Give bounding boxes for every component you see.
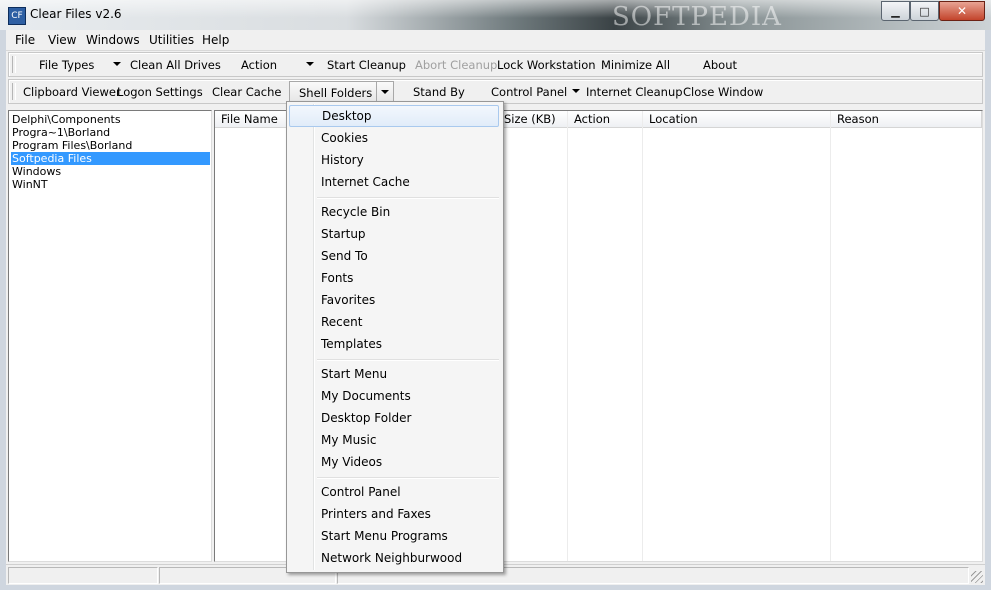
grid-column [568,111,643,561]
menu-item-desktop[interactable]: Desktop [289,105,499,127]
menu-item-favorites[interactable]: Favorites [289,289,499,311]
grid-column [643,111,831,561]
file-types-dropdown-icon[interactable] [113,62,121,66]
lock-workstation-button[interactable]: Lock Workstation [497,58,596,72]
toolbar-grip[interactable] [12,56,16,73]
folder-list[interactable]: Delphi\Components Progra~1\Borland Progr… [8,110,212,562]
menu-item-history[interactable]: History [289,149,499,171]
menu-item-my-videos[interactable]: My Videos [289,451,499,473]
close-button[interactable]: ✕ [939,1,985,21]
maximize-button[interactable]: □ [910,1,939,21]
abort-cleanup-button[interactable]: Abort Cleanup [415,58,497,72]
control-panel-button[interactable]: Control Panel [491,85,567,99]
window-controls: ▁ □ ✕ [881,1,985,21]
start-cleanup-button[interactable]: Start Cleanup [327,58,406,72]
menu-item-recycle-bin[interactable]: Recycle Bin [289,201,499,223]
list-item[interactable]: Delphi\Components [11,113,210,126]
clear-cache-button[interactable]: Clear Cache [212,85,282,99]
shell-folders-menu: Desktop Cookies History Internet Cache R… [286,101,504,573]
toolbar-grip[interactable] [12,83,16,100]
menu-separator [317,197,499,199]
menu-item-control-panel[interactable]: Control Panel [289,481,499,503]
window-title: Clear Files v2.6 [30,7,122,21]
maximize-icon: □ [919,4,930,18]
clipboard-viewer-button[interactable]: Clipboard Viewer [23,85,121,99]
title-bar-gloss [0,0,991,30]
menu-item-recent[interactable]: Recent [289,311,499,333]
control-panel-dropdown-icon[interactable] [572,89,580,93]
menu-item-fonts[interactable]: Fonts [289,267,499,289]
title-bar[interactable]: CF Clear Files v2.6 SOFTPEDIA ▁ □ ✕ [0,0,991,32]
close-window-button[interactable]: Close Window [683,85,763,99]
menu-bar: File View Windows Utilities Help [6,30,985,51]
minimize-icon: ▁ [891,4,900,18]
logon-settings-button[interactable]: Logon Settings [117,85,203,99]
resize-grip[interactable] [971,571,983,583]
menu-file[interactable]: File [15,33,35,47]
shell-folders-label[interactable]: Shell Folders [299,86,372,100]
stand-by-button[interactable]: Stand By [413,85,465,99]
watermark-logo: SOFTPEDIA [612,2,782,32]
clean-all-drives-button[interactable]: Clean All Drives [130,58,221,72]
file-types-button[interactable]: File Types [39,58,94,72]
menu-item-startup[interactable]: Startup [289,223,499,245]
menu-item-my-music[interactable]: My Music [289,429,499,451]
menu-separator [317,477,499,479]
list-item[interactable]: Program Files\Borland [11,139,210,152]
menu-item-network-neighbourhood[interactable]: Network Neighburwood [289,547,499,569]
menu-view[interactable]: View [48,33,76,47]
menu-item-cookies[interactable]: Cookies [289,127,499,149]
status-panel [8,567,158,584]
minimize-button[interactable]: ▁ [881,1,910,21]
list-item[interactable]: Windows [11,165,210,178]
shell-folders-split-button[interactable]: Shell Folders [289,81,394,103]
action-button[interactable]: Action [241,58,277,72]
menu-item-start-menu[interactable]: Start Menu [289,363,499,385]
minimize-all-button[interactable]: Minimize All [601,58,670,72]
about-button[interactable]: About [703,58,737,72]
menu-utilities[interactable]: Utilities [149,33,194,47]
column-header-reason[interactable]: Reason [831,111,982,128]
toolbar-top: File Types Clean All Drives Action Start… [8,52,983,77]
internet-cleanup-button[interactable]: Internet Cleanup [586,85,683,99]
app-icon[interactable]: CF [8,7,26,25]
menu-help[interactable]: Help [202,33,229,47]
menu-item-printers-and-faxes[interactable]: Printers and Faxes [289,503,499,525]
menu-item-templates[interactable]: Templates [289,333,499,355]
menu-item-start-menu-programs[interactable]: Start Menu Programs [289,525,499,547]
menu-item-my-documents[interactable]: My Documents [289,385,499,407]
menu-windows[interactable]: Windows [86,33,140,47]
list-item[interactable]: Progra~1\Borland [11,126,210,139]
menu-item-internet-cache[interactable]: Internet Cache [289,171,499,193]
chevron-down-icon[interactable] [381,90,389,94]
close-icon: ✕ [956,4,968,18]
menu-separator [317,359,499,361]
list-item-selected[interactable]: Softpedia Files [11,152,210,165]
menu-item-send-to[interactable]: Send To [289,245,499,267]
menu-item-desktop-folder[interactable]: Desktop Folder [289,407,499,429]
action-dropdown-icon[interactable] [306,62,314,66]
split-divider [376,82,377,102]
list-item[interactable]: WinNT [11,178,210,191]
